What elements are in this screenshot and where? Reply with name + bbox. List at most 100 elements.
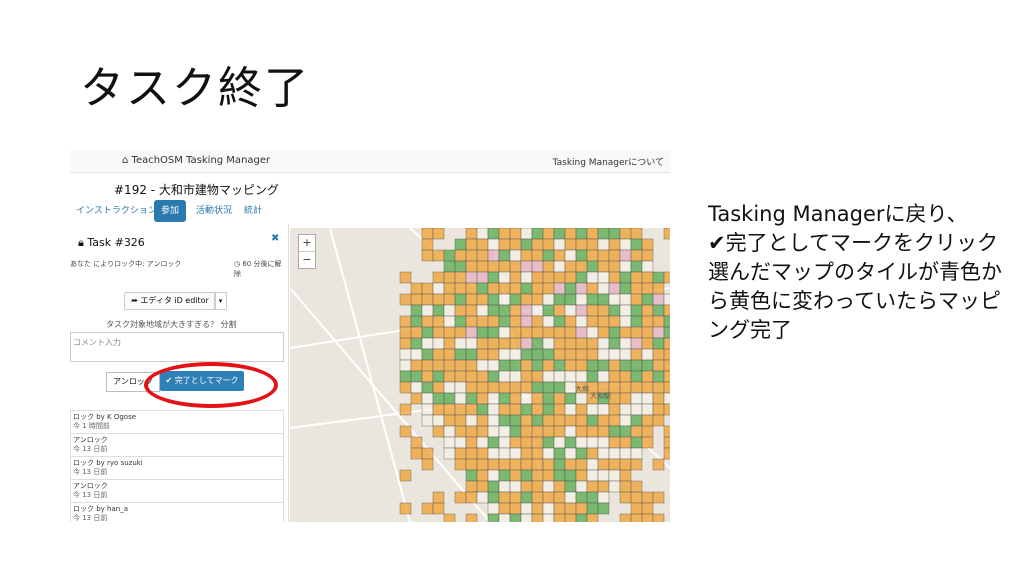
task-tile[interactable] [575, 447, 588, 460]
task-tile[interactable] [487, 458, 500, 471]
task-tile[interactable] [586, 447, 599, 460]
task-tile[interactable] [443, 359, 456, 372]
task-tile[interactable] [432, 282, 445, 295]
task-tile[interactable] [443, 414, 456, 427]
task-tile[interactable] [564, 436, 577, 449]
task-tile[interactable] [597, 238, 610, 251]
task-tile[interactable] [542, 414, 555, 427]
task-tile[interactable] [652, 271, 665, 284]
task-tile[interactable] [586, 480, 599, 493]
task-tile[interactable] [575, 359, 588, 372]
task-tile[interactable] [454, 359, 467, 372]
task-tile[interactable] [575, 458, 588, 471]
task-tile[interactable] [641, 425, 654, 438]
task-tile[interactable] [586, 228, 599, 240]
task-tile[interactable] [630, 271, 643, 284]
task-tile[interactable] [542, 359, 555, 372]
task-tile[interactable] [399, 348, 412, 361]
task-tile[interactable] [531, 260, 544, 273]
task-tile[interactable] [520, 513, 533, 522]
task-tile[interactable] [509, 403, 522, 416]
task-tile[interactable] [432, 293, 445, 306]
task-tile[interactable] [454, 414, 467, 427]
task-tile[interactable] [652, 381, 665, 394]
task-tile[interactable] [443, 293, 456, 306]
task-tile[interactable] [487, 491, 500, 504]
task-tile[interactable] [509, 271, 522, 284]
task-tile[interactable] [652, 326, 665, 339]
task-tile[interactable] [630, 293, 643, 306]
task-tile[interactable] [564, 337, 577, 350]
task-tile[interactable] [564, 293, 577, 306]
task-tile[interactable] [663, 271, 670, 284]
task-tile[interactable] [597, 403, 610, 416]
task-tile[interactable] [498, 392, 511, 405]
chevron-down-icon[interactable]: ▾ [214, 292, 227, 310]
task-tile[interactable] [509, 513, 522, 522]
task-tile[interactable] [509, 249, 522, 262]
task-tile[interactable] [564, 414, 577, 427]
task-tile[interactable] [399, 271, 412, 284]
task-tile[interactable] [531, 326, 544, 339]
task-tile[interactable] [597, 293, 610, 306]
task-tile[interactable] [641, 337, 654, 350]
task-tile[interactable] [641, 304, 654, 317]
task-tile[interactable] [498, 315, 511, 328]
task-tile[interactable] [630, 282, 643, 295]
task-tile[interactable] [520, 238, 533, 251]
task-tile[interactable] [487, 502, 500, 515]
task-tile[interactable] [663, 293, 670, 306]
task-tile[interactable] [443, 348, 456, 361]
task-tile[interactable] [553, 513, 566, 522]
task-tile[interactable] [608, 315, 621, 328]
task-tile[interactable] [575, 502, 588, 515]
task-tile[interactable] [575, 260, 588, 273]
task-tile[interactable] [487, 414, 500, 427]
task-tile[interactable] [443, 513, 456, 522]
task-tile[interactable] [487, 315, 500, 328]
task-tile[interactable] [465, 282, 478, 295]
task-tile[interactable] [597, 249, 610, 262]
task-tile[interactable] [652, 359, 665, 372]
task-tile[interactable] [498, 414, 511, 427]
task-tile[interactable] [520, 260, 533, 273]
task-tile[interactable] [509, 469, 522, 482]
task-tile[interactable] [630, 359, 643, 372]
task-tile[interactable] [586, 425, 599, 438]
task-tile[interactable] [542, 370, 555, 383]
task-tile[interactable] [531, 238, 544, 251]
task-tile[interactable] [454, 315, 467, 328]
task-tile[interactable] [509, 392, 522, 405]
task-tile[interactable] [465, 458, 478, 471]
task-tile[interactable] [597, 447, 610, 460]
task-tile[interactable] [476, 304, 489, 317]
task-tile[interactable] [432, 370, 445, 383]
task-tile[interactable] [487, 381, 500, 394]
task-tile[interactable] [531, 480, 544, 493]
task-tile[interactable] [443, 249, 456, 262]
task-tile[interactable] [597, 491, 610, 504]
task-tile[interactable] [542, 513, 555, 522]
task-tile[interactable] [663, 337, 670, 350]
task-tile[interactable] [454, 381, 467, 394]
task-tile[interactable] [432, 271, 445, 284]
task-tile[interactable] [586, 293, 599, 306]
task-tile[interactable] [531, 359, 544, 372]
task-tile[interactable] [465, 359, 478, 372]
task-tile[interactable] [619, 447, 632, 460]
task-tile[interactable] [575, 326, 588, 339]
task-tile[interactable] [586, 282, 599, 295]
task-tile[interactable] [542, 228, 555, 240]
task-tile[interactable] [553, 403, 566, 416]
task-tile[interactable] [586, 513, 599, 522]
task-tile[interactable] [487, 249, 500, 262]
task-tile[interactable] [421, 315, 434, 328]
task-tile[interactable] [487, 403, 500, 416]
task-tile[interactable] [520, 502, 533, 515]
task-tile[interactable] [487, 304, 500, 317]
task-tile[interactable] [421, 447, 434, 460]
task-tile[interactable] [586, 315, 599, 328]
task-tile[interactable] [652, 293, 665, 306]
task-tile[interactable] [509, 348, 522, 361]
task-tile[interactable] [454, 326, 467, 339]
